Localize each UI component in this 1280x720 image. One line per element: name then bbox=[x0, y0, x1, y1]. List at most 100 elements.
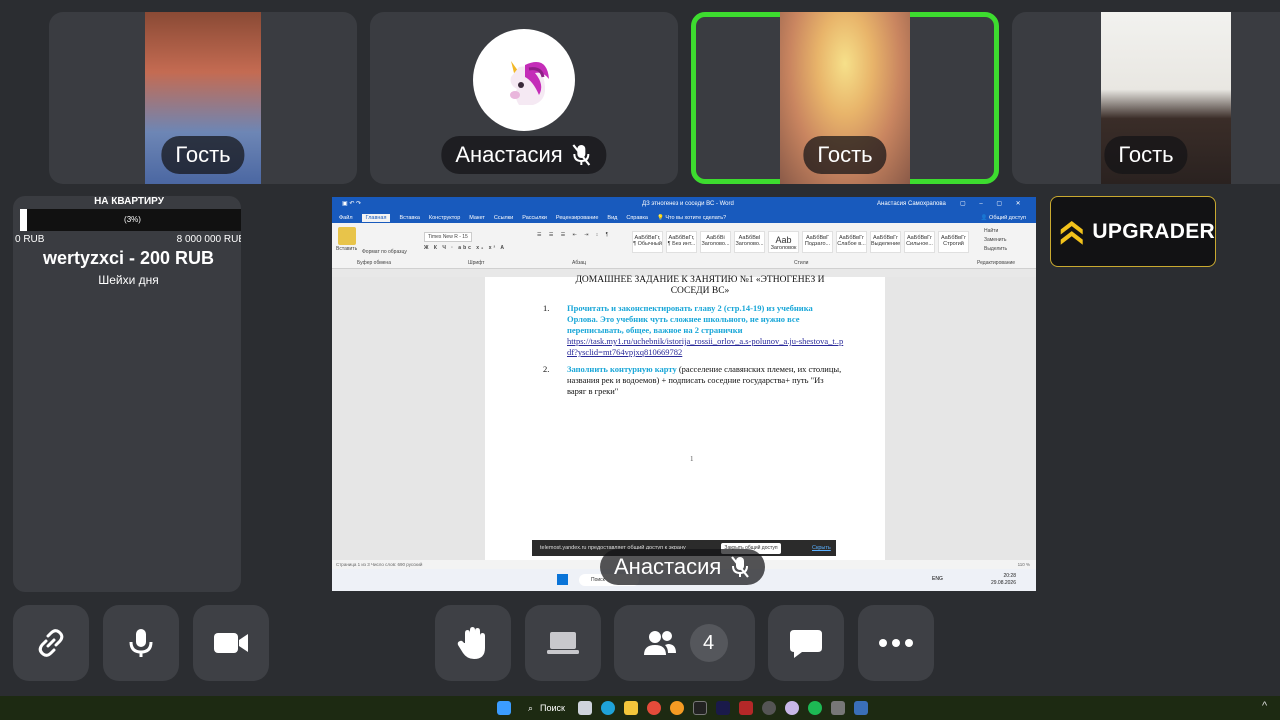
find-label: Найти bbox=[984, 228, 999, 234]
share-button[interactable]: 👤 Общий доступ bbox=[981, 215, 1036, 221]
tab-file[interactable]: Файл bbox=[339, 215, 353, 221]
editing-actions[interactable]: Найти Заменить Выделить bbox=[984, 227, 1007, 254]
participant-tile[interactable]: Гость bbox=[49, 12, 357, 184]
style-item[interactable]: АаБбВвГг Выделение bbox=[870, 231, 901, 253]
paragraph-icons[interactable]: ☰ ☰ ☰ ⇤ ⇥ ↕ ¶ bbox=[537, 232, 611, 238]
windows-taskbar: ⌕ Поиск ^ bbox=[0, 696, 1280, 720]
audition-icon[interactable] bbox=[716, 701, 730, 715]
participant-tile-active-speaker[interactable]: Гость bbox=[691, 12, 999, 184]
window-controls: ▢ – ▢ ✕ bbox=[960, 201, 1027, 207]
style-item[interactable]: АаБбВвГ Подзаго... bbox=[802, 231, 833, 253]
highlighted-text: Прочитать и законспектировать главу 2 (с… bbox=[567, 303, 813, 335]
doc-heading-line: ДОМАШНЕЕ ЗАДАНИЕ К ЗАНЯТИЮ №1 «ЭТНОГЕНЕЗ… bbox=[575, 275, 825, 285]
page-marker: 1 bbox=[690, 455, 694, 463]
window-title: ДЗ этногенез и соседи ВС - Word bbox=[642, 201, 734, 207]
textbook-link[interactable]: https://task.my1.ru/uchebnik/istorija_ro… bbox=[567, 336, 845, 358]
paste-icon[interactable] bbox=[338, 227, 356, 245]
style-item[interactable]: Ааb Заголовок bbox=[768, 231, 799, 253]
tell-me-search[interactable]: 💡 Что вы хотите сделать? bbox=[657, 215, 726, 221]
style-item[interactable]: АаБбВвГг, ¶ Без инт... bbox=[666, 231, 697, 253]
windows-start-icon bbox=[557, 574, 568, 585]
donation-min: 0 RUB bbox=[15, 234, 45, 245]
group-font: Шрифт bbox=[468, 260, 485, 266]
style-item[interactable]: АаБбВвІ Заголово... bbox=[734, 231, 765, 253]
font-format-icons[interactable]: Ж К Ч · abc x₂ x² A bbox=[424, 245, 506, 251]
tab-references[interactable]: Ссылки bbox=[494, 215, 513, 221]
doc-heading: ДОМАШНЕЕ ЗАДАНИЕ К ЗАНЯТИЮ №1 «ЭТНОГЕНЕЗ… bbox=[485, 275, 885, 297]
app-icon[interactable] bbox=[670, 701, 684, 715]
tab-design[interactable]: Конструктор bbox=[429, 215, 460, 221]
raise-hand-icon bbox=[457, 627, 485, 659]
mic-button[interactable] bbox=[103, 605, 179, 681]
task-view-icon[interactable] bbox=[578, 701, 592, 715]
tab-help[interactable]: Справка bbox=[626, 215, 648, 221]
app-icon[interactable] bbox=[739, 701, 753, 715]
camera-button[interactable] bbox=[193, 605, 269, 681]
format-painter-label[interactable]: Формат по образцу bbox=[362, 249, 407, 255]
clock-time: 20:28 bbox=[1003, 573, 1016, 579]
call-stage: Гость Анастасия Гость Гость НА КВАРТИРУ … bbox=[0, 0, 1280, 696]
tab-review[interactable]: Рецензирование bbox=[556, 215, 598, 221]
unicorn-icon bbox=[510, 61, 549, 105]
edge-icon[interactable] bbox=[601, 701, 615, 715]
style-item[interactable]: АаБбВвГг Строгий bbox=[938, 231, 969, 253]
app-icon[interactable] bbox=[831, 701, 845, 715]
tab-home[interactable]: Главная bbox=[361, 213, 391, 222]
tab-view[interactable]: Вид bbox=[607, 215, 617, 221]
donation-goal: НА КВАРТИРУ (3%) 0 RUB 8 000 000 RUB wer… bbox=[15, 196, 241, 287]
list-item: 1. Прочитать и законспектировать главу 2… bbox=[543, 303, 845, 358]
link-icon bbox=[38, 629, 64, 657]
document-page[interactable]: ДОМАШНЕЕ ЗАДАНИЕ К ЗАНЯТИЮ №1 «ЭТНОГЕНЕЗ… bbox=[485, 275, 885, 560]
screen-share-button[interactable] bbox=[525, 605, 601, 681]
avatar bbox=[473, 29, 575, 131]
shared-screen[interactable]: ▣ ↶ ↷ ДЗ этногенез и соседи ВС - Word Ан… bbox=[332, 197, 1036, 591]
taskbar-clock: 20:28 29.08.2026 bbox=[991, 573, 1016, 587]
presenter-name-tag: Анастасия bbox=[600, 549, 766, 585]
tell-me-label: Что вы хотите сделать? bbox=[665, 214, 727, 221]
participant-name: Гость bbox=[1118, 142, 1174, 167]
tab-layout[interactable]: Макет bbox=[469, 215, 485, 221]
chat-icon bbox=[790, 630, 822, 658]
highlighted-text: Заполнить контурную карту bbox=[567, 364, 677, 374]
app-icon[interactable] bbox=[785, 701, 799, 715]
participant-tile[interactable]: Анастасия bbox=[370, 12, 678, 184]
chat-button[interactable] bbox=[768, 605, 844, 681]
style-item[interactable]: АаБбВвГг, ¶ Обычный bbox=[632, 231, 663, 253]
next-app-icon[interactable] bbox=[693, 701, 707, 715]
more-icon bbox=[879, 639, 913, 647]
file-explorer-icon[interactable] bbox=[624, 701, 638, 715]
word-title-bar: ▣ ↶ ↷ ДЗ этногенез и соседи ВС - Word Ан… bbox=[332, 197, 1036, 212]
hide-notice-link[interactable]: Скрыть bbox=[812, 545, 831, 551]
tab-mailings[interactable]: Рассылки bbox=[522, 215, 547, 221]
style-gallery: АаБбВвГг, ¶ Обычный АаБбВвГг, ¶ Без инт...… bbox=[632, 231, 969, 253]
participants-count: 4 bbox=[689, 624, 728, 662]
chrome-icon[interactable] bbox=[647, 701, 661, 715]
participant-name-tag: Гость bbox=[1104, 136, 1188, 174]
raise-hand-button[interactable] bbox=[435, 605, 511, 681]
list-number: 1. bbox=[543, 303, 550, 313]
chevron-up-icon[interactable]: ^ bbox=[1262, 700, 1267, 712]
taskbar-search[interactable]: ⌕ Поиск bbox=[522, 699, 566, 717]
replace-label: Заменить bbox=[984, 237, 1007, 243]
font-name-box[interactable]: Times New R - 15 bbox=[424, 232, 472, 242]
style-name: Слабое в... bbox=[837, 241, 866, 247]
style-item[interactable]: АаБбВвГг Сильное... bbox=[904, 231, 935, 253]
font-name: Times New R bbox=[428, 234, 458, 240]
word-ribbon-tabs: Файл Главная Вставка Конструктор Макет С… bbox=[332, 212, 1036, 223]
participant-tile[interactable]: Гость bbox=[1012, 12, 1280, 184]
obs-icon[interactable] bbox=[762, 701, 776, 715]
group-editing: Редактирование bbox=[977, 260, 1016, 266]
copy-link-button[interactable] bbox=[13, 605, 89, 681]
document-area: ДОМАШНЕЕ ЗАДАНИЕ К ЗАНЯТИЮ №1 «ЭТНОГЕНЕЗ… bbox=[332, 275, 1036, 560]
tab-insert[interactable]: Вставка bbox=[399, 215, 419, 221]
upgrader-logo: UPGRADER bbox=[1050, 196, 1216, 267]
mic-muted-icon bbox=[572, 144, 591, 166]
more-options-button[interactable] bbox=[858, 605, 934, 681]
style-item[interactable]: АаБбВі Заголово... bbox=[700, 231, 731, 253]
windows-start-icon[interactable] bbox=[497, 701, 511, 715]
spotify-icon[interactable] bbox=[808, 701, 822, 715]
donation-max: 8 000 000 RUB bbox=[176, 234, 241, 245]
steam-icon[interactable] bbox=[854, 701, 868, 715]
participants-button[interactable]: 4 bbox=[614, 605, 755, 681]
style-item[interactable]: АаБбВвГг Слабое в... bbox=[836, 231, 867, 253]
